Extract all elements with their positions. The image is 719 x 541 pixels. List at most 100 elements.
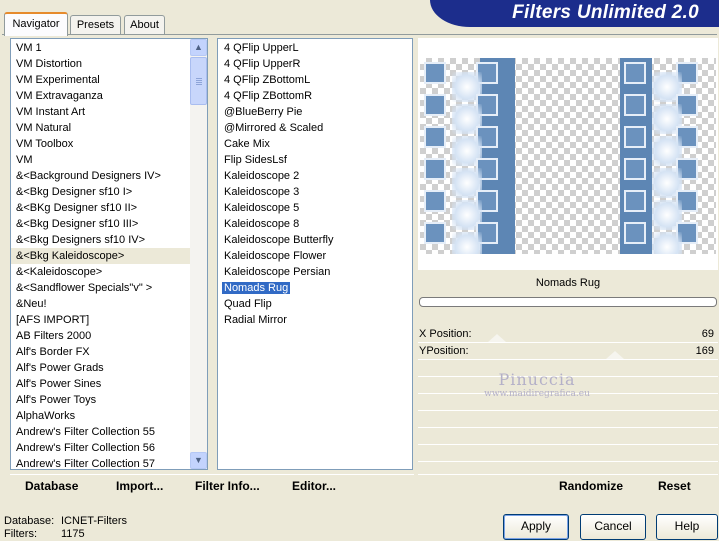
category-item[interactable]: VM 1	[11, 40, 191, 56]
filter-item[interactable]: 4 QFlip ZBottomR	[218, 88, 412, 104]
watermark: Pinuccia www.maidiregrafica.eu	[462, 370, 612, 399]
param-empty	[418, 445, 718, 462]
filter-list[interactable]: 4 QFlip UpperL 4 QFlip UpperR 4 QFlip ZBot…	[217, 38, 413, 470]
category-item[interactable]: VM Toolbox	[11, 136, 191, 152]
title-banner: Filters Unlimited 2.0	[430, 0, 719, 27]
category-item[interactable]: VM Distortion	[11, 56, 191, 72]
filter-item[interactable]: Nomads Rug	[218, 280, 412, 296]
category-item[interactable]: &<Bkg Designer sf10 I>	[11, 184, 191, 200]
param-value: 169	[695, 345, 714, 357]
filter-item[interactable]: Kaleidoscope 5	[218, 200, 412, 216]
category-item[interactable]: VM	[11, 152, 191, 168]
status-area: Database: ICNET-Filters Filters: 1175	[4, 515, 127, 541]
category-item[interactable]: Alf's Border FX	[11, 344, 191, 360]
category-item[interactable]: VM Extravaganza	[11, 88, 191, 104]
filter-item[interactable]: Kaleidoscope 3	[218, 184, 412, 200]
category-scrollbar[interactable]: ▲ ▼	[190, 39, 207, 469]
category-items: VM 1 VM Distortion VM Experimental VM Extra…	[11, 40, 191, 469]
category-item[interactable]: AlphaWorks	[11, 408, 191, 424]
filter-item-label: Kaleidoscope 8	[224, 218, 300, 230]
filter-item-label: 4 QFlip ZBottomL	[224, 74, 311, 86]
randomize-button[interactable]: Randomize	[559, 479, 623, 493]
category-item[interactable]: Alf's Power Toys	[11, 392, 191, 408]
editor-button[interactable]: Editor...	[292, 479, 336, 493]
category-item[interactable]: &<Kaleidoscope>	[11, 264, 191, 280]
category-item[interactable]: Andrew's Filter Collection 56	[11, 440, 191, 456]
filter-item-label: Kaleidoscope Butterfly	[224, 234, 334, 246]
param-value: 69	[701, 328, 714, 340]
filter-item-label: 4 QFlip UpperR	[224, 58, 301, 70]
database-button[interactable]: Database	[25, 479, 78, 493]
filter-item[interactable]: @Mirrored & Scaled	[218, 120, 412, 136]
filter-item[interactable]: Kaleidoscope Flower	[218, 248, 412, 264]
param-x-position[interactable]: X Position: 69	[418, 326, 718, 343]
scroll-up-icon[interactable]: ▲	[190, 39, 207, 56]
right-button-bar: Randomize Reset	[418, 474, 718, 498]
filter-item[interactable]: Kaleidoscope 2	[218, 168, 412, 184]
param-label: X Position:	[419, 328, 472, 340]
preview-image	[420, 58, 716, 254]
apply-button[interactable]: Apply	[503, 514, 569, 540]
filter-item[interactable]: @BlueBerry Pie	[218, 104, 412, 120]
help-button[interactable]: Help	[656, 514, 718, 540]
scroll-down-icon[interactable]: ▼	[190, 452, 207, 469]
preview-area	[418, 38, 718, 270]
tab-presets[interactable]: Presets	[70, 15, 121, 35]
filter-item-label: 4 QFlip ZBottomR	[224, 90, 313, 102]
rug-band	[420, 58, 515, 254]
filter-item[interactable]: 4 QFlip UpperL	[218, 40, 412, 56]
category-item[interactable]: VM Experimental	[11, 72, 191, 88]
filter-item-label: @Mirrored & Scaled	[224, 122, 324, 134]
param-empty	[418, 428, 718, 445]
param-empty	[418, 411, 718, 428]
scroll-thumb[interactable]	[190, 57, 207, 105]
filter-item[interactable]: 4 QFlip ZBottomL	[218, 72, 412, 88]
filter-item[interactable]: Quad Flip	[218, 296, 412, 312]
tab-divider	[2, 34, 717, 35]
category-item[interactable]: Alf's Power Grads	[11, 360, 191, 376]
category-item[interactable]: &Neu!	[11, 296, 191, 312]
progress-bar	[419, 297, 717, 307]
database-label: Database:	[4, 515, 55, 527]
tab-navigator[interactable]: Navigator	[4, 12, 68, 36]
database-value: ICNET-Filters	[61, 515, 127, 527]
category-item[interactable]: &<Bkg Kaleidoscope>	[11, 248, 191, 264]
filter-item-label: @BlueBerry Pie	[224, 106, 303, 118]
watermark-name: Pinuccia	[498, 370, 576, 389]
filter-item[interactable]: Kaleidoscope Persian	[218, 264, 412, 280]
category-item[interactable]: VM Instant Art	[11, 104, 191, 120]
app-title: Filters Unlimited 2.0	[512, 2, 699, 23]
category-item[interactable]: AB Filters 2000	[11, 328, 191, 344]
category-item[interactable]: [AFS IMPORT]	[11, 312, 191, 328]
param-y-position[interactable]: YPosition: 169	[418, 343, 718, 360]
import-button[interactable]: Import...	[116, 479, 163, 493]
filter-item[interactable]: 4 QFlip UpperR	[218, 56, 412, 72]
cancel-button[interactable]: Cancel	[580, 514, 646, 540]
category-item[interactable]: VM Natural	[11, 120, 191, 136]
category-item[interactable]: Andrew's Filter Collection 57	[11, 456, 191, 469]
filter-item[interactable]: Radial Mirror	[218, 312, 412, 328]
category-item[interactable]: &<Sandflower Specials"v" >	[11, 280, 191, 296]
filter-item[interactable]: Kaleidoscope 8	[218, 216, 412, 232]
slider-thumb[interactable]	[488, 334, 506, 342]
category-item[interactable]: &<Bkg Designers sf10 IV>	[11, 232, 191, 248]
category-item[interactable]: &<Bkg Designer sf10 III>	[11, 216, 191, 232]
filter-item[interactable]: Flip SidesLsf	[218, 152, 412, 168]
category-list[interactable]: VM 1 VM Distortion VM Experimental VM Extra…	[10, 38, 208, 470]
left-button-bar: Database Import... Filter Info... Editor…	[10, 474, 414, 498]
category-item[interactable]: Andrew's Filter Collection 55	[11, 424, 191, 440]
category-item[interactable]: Alf's Power Sines	[11, 376, 191, 392]
filter-item-label: Nomads Rug	[220, 281, 292, 295]
slider-thumb[interactable]	[606, 351, 624, 359]
category-item[interactable]: &<BKg Designer sf10 II>	[11, 200, 191, 216]
rug-band	[620, 58, 715, 254]
tab-about[interactable]: About	[124, 15, 165, 35]
category-item[interactable]: &<Background Designers IV>	[11, 168, 191, 184]
filter-item-label: Flip SidesLsf	[224, 154, 287, 166]
filter-item-label: Kaleidoscope 3	[224, 186, 300, 198]
filter-info-button[interactable]: Filter Info...	[195, 479, 260, 493]
reset-button[interactable]: Reset	[658, 479, 691, 493]
filter-item-label: Cake Mix	[224, 138, 270, 150]
filter-item[interactable]: Cake Mix	[218, 136, 412, 152]
filter-item[interactable]: Kaleidoscope Butterfly	[218, 232, 412, 248]
